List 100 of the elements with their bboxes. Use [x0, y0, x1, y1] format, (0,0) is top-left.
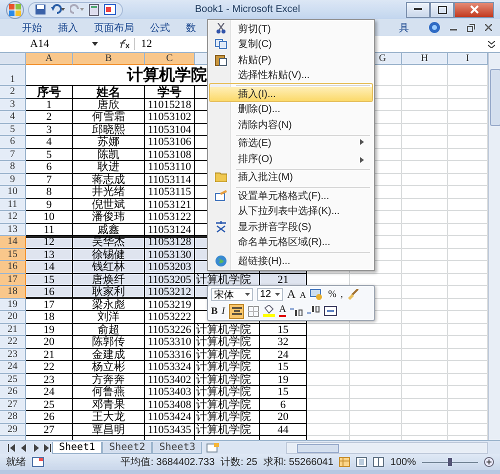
row-header[interactable]: 3 [0, 98, 26, 111]
ribbon-tab[interactable]: 数 [186, 20, 196, 34]
row-header[interactable]: 18 [0, 286, 26, 298]
menu-item[interactable]: 筛选(E) [209, 132, 373, 151]
menu-item[interactable]: 从下拉列表中选择(K)... [209, 204, 373, 219]
close-button[interactable] [454, 2, 494, 18]
minimize-button[interactable] [406, 2, 430, 18]
undo-icon[interactable] [51, 4, 65, 15]
row-header[interactable]: 2 [0, 86, 26, 98]
row-header[interactable]: 17 [0, 274, 26, 286]
zoom-in-icon[interactable] [484, 457, 494, 467]
row-header[interactable]: 26 [0, 386, 26, 398]
row-header[interactable]: 25 [0, 374, 26, 386]
macro-icon[interactable] [32, 457, 44, 467]
row-header[interactable]: 12 [0, 211, 26, 224]
column-header[interactable]: A [26, 53, 73, 65]
row-header[interactable]: 16 [0, 261, 26, 274]
sheet-nav-icon[interactable] [6, 444, 52, 452]
row-header[interactable]: 20 [0, 311, 26, 324]
ribbon-tab[interactable]: 插入 [58, 20, 78, 34]
sheet-tab[interactable]: Sheet3 [152, 442, 202, 454]
row-header[interactable]: 27 [0, 398, 26, 411]
row-header[interactable]: 8 [0, 161, 26, 174]
menu-item[interactable]: 命名单元格区域(R)... [209, 234, 373, 250]
ribbon-tab[interactable]: 页面布局 [94, 20, 134, 34]
menu-item[interactable]: 设置单元格格式(F)... [209, 185, 373, 204]
row-header[interactable]: 28 [0, 411, 26, 424]
name-box[interactable]: A14 [0, 38, 88, 50]
form-icon[interactable] [104, 4, 116, 15]
close-icon[interactable] [485, 24, 492, 31]
sheet-tab[interactable]: Sheet2 [102, 442, 152, 454]
row-header[interactable]: 4 [0, 111, 26, 124]
italic-button[interactable]: I [222, 306, 226, 317]
decrease-decimal-icon[interactable] [307, 306, 320, 316]
column-header[interactable]: H [402, 53, 448, 65]
page-break-icon[interactable] [373, 457, 384, 467]
fill-color-icon[interactable] [263, 305, 276, 318]
maximize-button[interactable] [430, 2, 454, 18]
merge-center-icon[interactable] [324, 306, 338, 316]
font-size-dropdown[interactable]: 12 [257, 288, 283, 302]
menu-item[interactable]: 排序(O) [209, 151, 373, 166]
column-header[interactable]: B [73, 53, 145, 65]
row-header[interactable]: 5 [0, 124, 26, 136]
expand-icon[interactable] [488, 40, 495, 48]
brush-icon[interactable] [347, 288, 360, 301]
row-header[interactable]: 13 [0, 224, 26, 236]
row-header[interactable]: 23 [0, 348, 26, 361]
row-header[interactable]: 22 [0, 336, 26, 348]
increase-decimal-icon[interactable] [290, 306, 304, 316]
borders-icon[interactable] [248, 306, 260, 317]
row-header[interactable]: 21 [0, 324, 26, 336]
row-header[interactable]: 6 [0, 136, 26, 148]
scroll-thumb[interactable] [490, 69, 500, 126]
menu-item[interactable]: 插入(I)... [209, 83, 373, 102]
bold-button[interactable]: B [211, 306, 218, 317]
column-header[interactable]: I [448, 53, 488, 65]
ribbon-tab[interactable]: 开始 [22, 20, 42, 34]
vertical-scrollbar[interactable] [488, 53, 500, 440]
row-header[interactable]: 10 [0, 186, 26, 198]
menu-item[interactable]: 删除(D)... [209, 102, 373, 117]
zoom-level[interactable]: 100% [390, 456, 416, 468]
row-header[interactable]: 9 [0, 174, 26, 186]
page-layout-icon[interactable] [356, 457, 368, 467]
ribbon-tab[interactable]: 公式 [150, 20, 170, 34]
caret-icon[interactable] [92, 42, 98, 46]
scroll-thumb[interactable] [297, 444, 339, 452]
function-icon[interactable] [118, 39, 130, 49]
grow-font-button[interactable]: A [287, 287, 296, 302]
menu-item[interactable]: 超链接(H)... [209, 250, 373, 268]
table-cell [402, 198, 448, 211]
row-header[interactable]: 14 [0, 236, 26, 248]
row-header[interactable]: 7 [0, 148, 26, 161]
save-icon[interactable] [35, 4, 46, 15]
menu-item[interactable]: 剪切(T) [209, 21, 373, 36]
column-header[interactable]: C [145, 53, 195, 65]
font-dropdown[interactable]: 宋体 [211, 288, 253, 302]
row-header[interactable]: 15 [0, 248, 26, 261]
shrink-font-button[interactable]: A [300, 290, 306, 300]
font-color-button[interactable]: A [279, 305, 286, 318]
menu-item[interactable]: 选择性粘贴(V)... [209, 68, 373, 83]
row-header[interactable]: 1 [0, 65, 26, 86]
menu-item[interactable]: 清除内容(N) [209, 117, 373, 132]
office-button[interactable] [6, 0, 24, 18]
row-header[interactable]: 11 [0, 198, 26, 211]
ribbon-tab[interactable]: 具 [399, 20, 409, 34]
menu-item[interactable]: 复制(C) [209, 36, 373, 52]
row-header[interactable]: 29 [0, 424, 26, 436]
row-header[interactable]: 24 [0, 361, 26, 374]
menu-item[interactable]: 插入批注(M) [209, 166, 373, 185]
menu-item[interactable]: 显示拼音字段(S) [209, 219, 373, 234]
restore-icon[interactable] [467, 24, 475, 32]
slider-thumb[interactable] [448, 458, 452, 466]
sheet-tab[interactable]: Sheet1 [52, 442, 102, 454]
new-sheet-icon[interactable] [206, 442, 220, 452]
center-button[interactable] [229, 304, 244, 319]
horizontal-scrollbar[interactable] [286, 442, 488, 454]
percent-button[interactable]: % [328, 289, 337, 300]
calculator-icon[interactable] [89, 4, 99, 16]
row-header[interactable]: 19 [0, 298, 26, 311]
help-icon[interactable] [429, 22, 440, 33]
